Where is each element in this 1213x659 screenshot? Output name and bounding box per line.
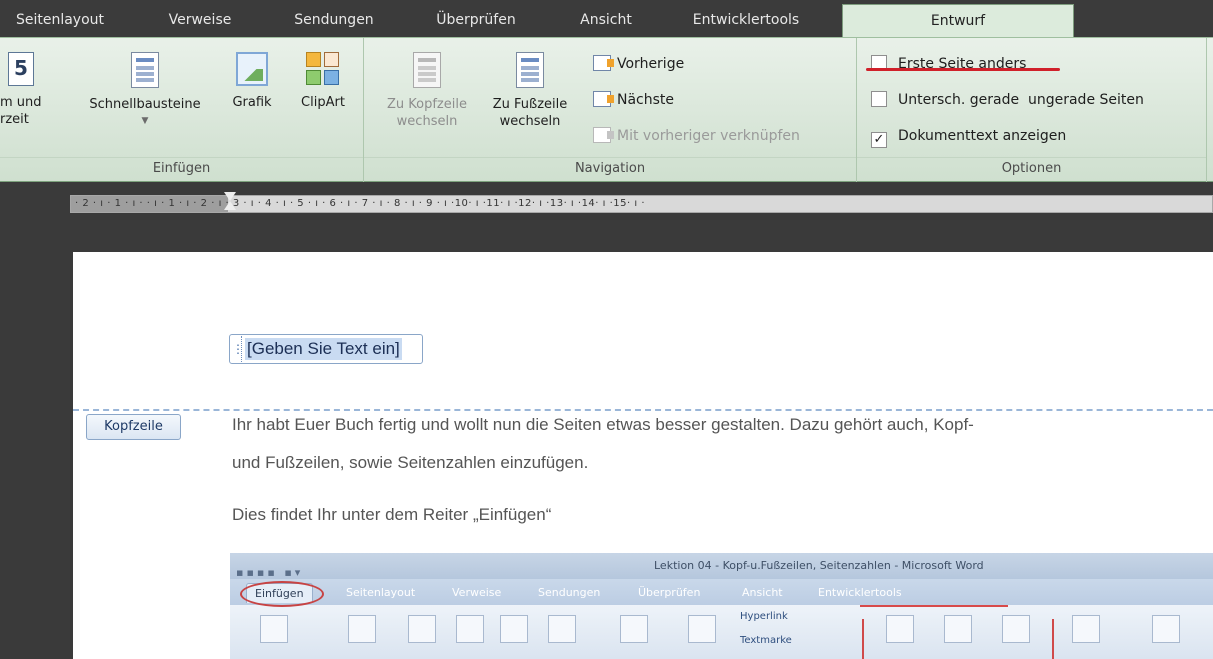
embedded-smartart-icon: [548, 615, 576, 643]
dokumenttext-anzeigen-label: Dokumenttext anzeigen: [898, 128, 1067, 144]
header-content-control[interactable]: ⋮ [Geben Sie Text ein]: [229, 334, 423, 364]
embedded-header-icon: [886, 615, 914, 643]
tab-entwicklertools[interactable]: Entwicklertools: [672, 8, 820, 32]
options-group: Erste Seite anders Untersch. gerade unge…: [857, 38, 1207, 182]
ribbon-tab-bar: Seitenlayout Verweise Sendungen Überprüf…: [0, 0, 1213, 38]
next-section-icon: [593, 91, 614, 107]
dropdown-arrow-icon: ▼: [141, 116, 149, 126]
header-doc-icon: [413, 52, 441, 88]
verknuepfen-label: Mit vorheriger verknüpfen: [617, 128, 800, 144]
tab-sendungen[interactable]: Sendungen: [278, 8, 390, 32]
embedded-pagenumber-icon: [1002, 615, 1030, 643]
datum-uhrzeit-label-1: m und: [0, 95, 42, 110]
tab-entwurf[interactable]: Entwurf: [842, 4, 1074, 38]
embedded-page-icon: [260, 615, 288, 643]
mit-vorheriger-verknuepfen-button[interactable]: Mit vorheriger verknüpfen: [593, 124, 800, 148]
horizontal-ruler[interactable]: · 2 · ı · 1 · ı · · ı · 1 · ı · 2 · ı · …: [70, 195, 1213, 213]
embedded-tab-ansicht: Ansicht: [742, 586, 783, 599]
annotation-underline: [866, 68, 1060, 71]
untersch-gerade-ungerade-label: Untersch. gerade ungerade Seiten: [898, 92, 1144, 108]
dokumenttext-anzeigen-checkbox[interactable]: ✓ Dokumenttext anzeigen: [871, 124, 1066, 148]
link-to-previous-icon: [593, 127, 614, 143]
embedded-tab-ueberpruefen: Überprüfen: [638, 586, 701, 599]
embedded-tab-sendungen: Sendungen: [538, 586, 601, 599]
embedded-title-bar: ▪▪▪▪ ▪▾ Lektion 04 - Kopf-u.Fußzeilen, S…: [230, 553, 1213, 579]
embedded-textbox-icon: [1072, 615, 1100, 643]
embedded-word-screenshot: ▪▪▪▪ ▪▾ Lektion 04 - Kopf-u.Fußzeilen, S…: [230, 553, 1213, 659]
paragraph-2: Dies findet Ihr unter dem Reiter „Einfüg…: [232, 505, 552, 524]
embedded-table-icon: [348, 615, 376, 643]
paragraph-1-line-2: und Fußzeilen, sowie Seitenzahlen einzuf…: [232, 453, 589, 472]
embedded-shapes-icon: [500, 615, 528, 643]
grafik-label: Grafik: [232, 95, 272, 110]
zu-kopfzeile-label-2: wechseln: [396, 114, 458, 129]
header-tag: Kopfzeile: [86, 414, 181, 440]
document-page[interactable]: ⋮ [Geben Sie Text ein] Kopfzeile Ihr hab…: [73, 252, 1213, 659]
clipart-label: ClipArt: [301, 95, 345, 110]
erste-seite-anders-checkbox[interactable]: Erste Seite anders: [871, 52, 1026, 76]
untersch-gerade-ungerade-checkbox[interactable]: Untersch. gerade ungerade Seiten: [871, 88, 1144, 112]
datum-uhrzeit-button[interactable]: 5 m und rzeit: [0, 52, 66, 128]
options-group-label: Optionen: [857, 157, 1206, 179]
ribbon: 5 m und rzeit Schnellbausteine ▼ Grafik …: [0, 37, 1213, 182]
header-placeholder-text[interactable]: [Geben Sie Text ein]: [245, 338, 402, 360]
zu-fusszeile-label-1: Zu Fußzeile: [492, 97, 568, 112]
embedded-tab-verweise: Verweise: [452, 586, 502, 599]
embedded-annotation-bar: [1052, 619, 1054, 659]
vorherige-button[interactable]: Vorherige: [593, 52, 684, 76]
tab-ueberpruefen[interactable]: Überprüfen: [420, 8, 532, 32]
embedded-annotation-line: [860, 605, 1008, 607]
tab-ansicht[interactable]: Ansicht: [566, 8, 646, 32]
embedded-hyperlink: Hyperlink: [740, 611, 788, 622]
insert-group-label: Einfügen: [0, 157, 363, 179]
embedded-tab-bar: Einfügen Seitenlayout Verweise Sendungen…: [230, 579, 1213, 605]
embedded-ribbon: Hyperlink Textmarke: [230, 605, 1213, 659]
vorherige-label: Vorherige: [617, 56, 685, 72]
embedded-chart-icon: [620, 615, 648, 643]
calendar-clock-icon: 5: [8, 52, 34, 86]
zu-fusszeile-label-2: wechseln: [499, 114, 561, 129]
zu-kopfzeile-wechseln-button[interactable]: Zu Kopfzeile wechseln: [372, 52, 482, 130]
picture-icon: [236, 52, 268, 86]
paragraph-1-line-1: Ihr habt Euer Buch fertig und wollt nun …: [232, 415, 974, 434]
drag-handle-icon[interactable]: ⋮: [232, 336, 244, 362]
embedded-screenshot-icon: [688, 615, 716, 643]
ruler-scale: · 2 · ı · 1 · ı · · ı · 1 · ı · 2 · ı · …: [75, 198, 645, 209]
schnellbausteine-label: Schnellbausteine: [89, 97, 201, 112]
indent-marker-icon[interactable]: [224, 192, 236, 216]
embedded-quickparts-icon: [1152, 615, 1180, 643]
embedded-textmarke: Textmarke: [740, 635, 792, 646]
grafik-button[interactable]: Grafik: [224, 52, 280, 111]
embedded-tab-entwicklertools: Entwicklertools: [818, 586, 902, 599]
embedded-clipart-icon: [456, 615, 484, 643]
clipart-icon: [306, 52, 340, 86]
embedded-annotation-bar: [862, 619, 864, 659]
naechste-button[interactable]: Nächste: [593, 88, 674, 112]
naechste-label: Nächste: [617, 92, 675, 108]
tab-verweise[interactable]: Verweise: [150, 8, 250, 32]
embedded-window-title: Lektion 04 - Kopf-u.Fußzeilen, Seitenzah…: [654, 559, 984, 572]
footer-doc-icon: [516, 52, 544, 88]
zu-fusszeile-wechseln-button[interactable]: Zu Fußzeile wechseln: [484, 52, 576, 130]
insert-group: 5 m und rzeit Schnellbausteine ▼ Grafik …: [0, 38, 364, 182]
datum-uhrzeit-label-2: rzeit: [0, 112, 29, 127]
embedded-footer-icon: [944, 615, 972, 643]
schnellbausteine-button[interactable]: Schnellbausteine ▼: [70, 52, 220, 130]
zu-kopfzeile-label-1: Zu Kopfzeile: [387, 97, 467, 112]
embedded-annotation-circle: [240, 581, 324, 607]
embedded-tab-seitenlayout: Seitenlayout: [346, 586, 416, 599]
navigation-group: Zu Kopfzeile wechseln Zu Fußzeile wechse…: [364, 38, 857, 182]
checkbox-unchecked-icon: [871, 91, 887, 107]
checkbox-checked-icon: ✓: [871, 132, 887, 148]
embedded-picture-icon: [408, 615, 436, 643]
ruler-area: · 2 · ı · 1 · ı · · ı · 1 · ı · 2 · ı · …: [0, 182, 1213, 252]
previous-section-icon: [593, 55, 614, 71]
tab-seitenlayout[interactable]: Seitenlayout: [0, 8, 120, 32]
navigation-group-label: Navigation: [364, 157, 856, 179]
clipart-button[interactable]: ClipArt: [288, 52, 358, 111]
quick-parts-icon: [131, 52, 159, 88]
